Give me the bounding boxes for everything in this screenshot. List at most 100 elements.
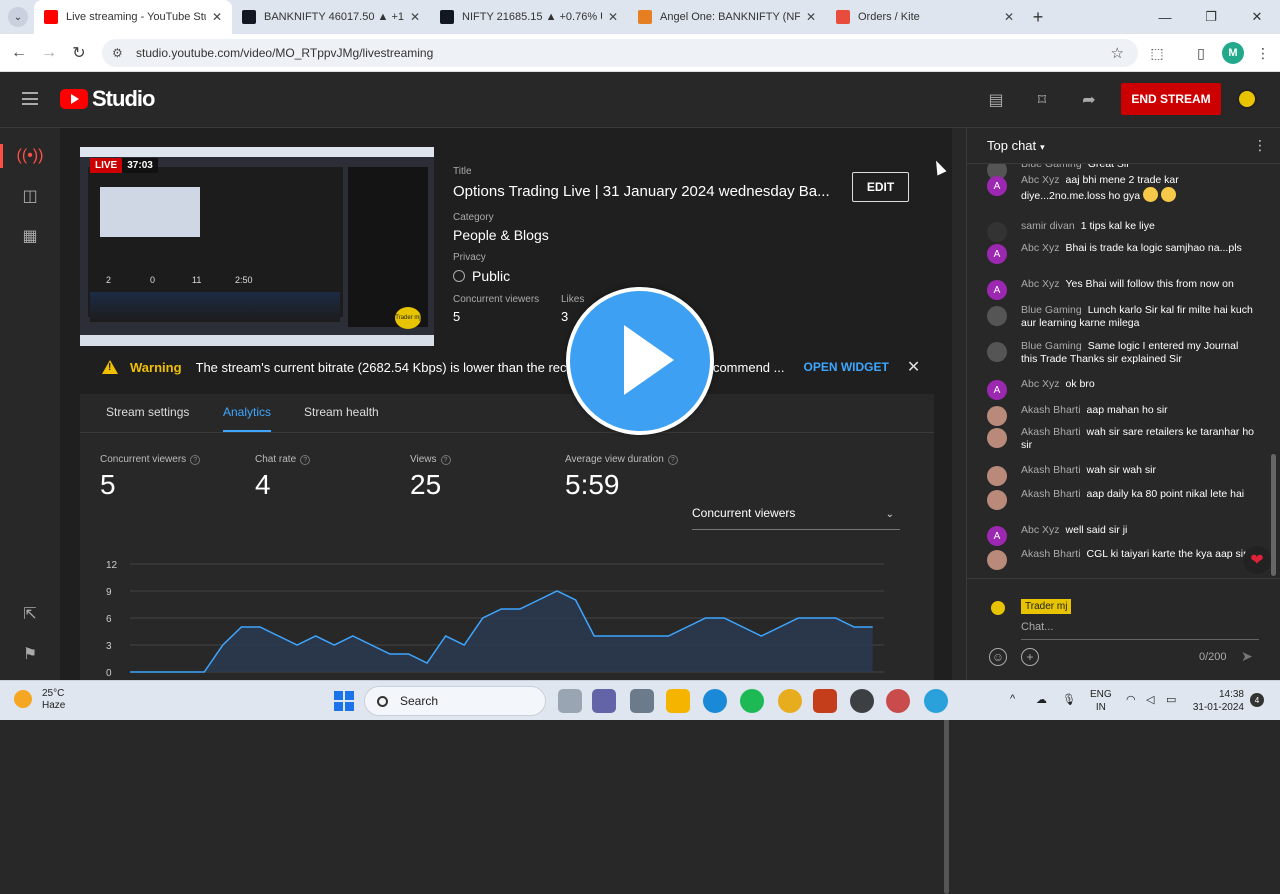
main-scrollbar[interactable] — [944, 704, 949, 894]
author-avatar[interactable]: A — [987, 176, 1007, 196]
browser-tab[interactable]: NIFTY 21685.15 ▲ +0.76% Unn ✕ — [430, 0, 628, 34]
tab-close-icon[interactable]: ✕ — [806, 10, 816, 24]
message-author[interactable]: Akash Bharti — [1021, 426, 1081, 438]
camera-icon[interactable]: ◫ — [0, 176, 60, 216]
battery-icon[interactable]: ▭ — [1166, 693, 1176, 706]
message-author[interactable]: Akash Bharti — [1021, 404, 1081, 416]
file-explorer-icon[interactable] — [666, 689, 690, 713]
notification-badge[interactable]: 4 — [1250, 693, 1264, 707]
author-avatar[interactable]: A — [987, 380, 1007, 400]
edit-button[interactable]: EDIT — [852, 172, 909, 202]
author-avatar[interactable] — [987, 466, 1007, 486]
heart-reaction-icon[interactable]: ❤ — [1243, 546, 1271, 574]
author-avatar[interactable] — [987, 342, 1007, 362]
telegram-icon[interactable] — [924, 689, 948, 713]
open-external-icon[interactable]: ⇱ — [0, 594, 60, 634]
share-icon[interactable]: ➦ — [1078, 89, 1100, 111]
more-options-icon[interactable]: ⋮ — [1253, 137, 1267, 154]
clapperboard-icon[interactable]: ▤ — [985, 89, 1007, 111]
extensions-icon[interactable]: ⬚ — [1146, 42, 1168, 64]
volume-icon[interactable]: ◁ — [1146, 693, 1154, 706]
bookmark-star-icon[interactable]: ☆ — [1111, 44, 1124, 62]
new-tab-button[interactable]: + — [1024, 7, 1052, 28]
chrome-icon[interactable] — [778, 689, 802, 713]
author-avatar[interactable]: A — [987, 244, 1007, 264]
help-icon[interactable]: ? — [300, 455, 311, 465]
add-icon[interactable]: + — [1021, 648, 1039, 666]
author-avatar[interactable] — [987, 490, 1007, 510]
cloud-icon[interactable]: ☁ — [1036, 693, 1047, 706]
message-author[interactable]: Akash Bharti — [1021, 488, 1081, 500]
message-author[interactable]: samir divan — [1021, 220, 1075, 232]
edge-icon[interactable] — [703, 689, 727, 713]
author-avatar[interactable] — [987, 222, 1007, 242]
tab-analytics[interactable]: Analytics — [223, 405, 271, 419]
message-author[interactable]: Abc Xyz — [1021, 242, 1060, 254]
tab-stream-settings[interactable]: Stream settings — [106, 405, 189, 419]
feedback-icon[interactable]: ⚑ — [0, 634, 60, 674]
end-stream-button[interactable]: END STREAM — [1121, 83, 1221, 115]
play-overlay-icon[interactable] — [566, 287, 714, 435]
weather-widget[interactable]: 25°C Haze — [14, 688, 65, 712]
reload-icon[interactable]: ↻ — [64, 43, 94, 63]
spotify-icon[interactable] — [740, 689, 764, 713]
clock[interactable]: 14:38 31-01-2024 — [1186, 688, 1244, 714]
message-author[interactable]: Akash Bharti — [1021, 548, 1081, 560]
chat-mode-selector[interactable]: Top chat ▾ — [987, 138, 1045, 153]
studio-brand[interactable]: Studio — [92, 86, 155, 112]
author-avatar[interactable]: A — [987, 526, 1007, 546]
taskbar-search[interactable]: Search — [364, 686, 546, 716]
browser-tab[interactable]: Orders / Kite ✕ — [826, 0, 1024, 34]
send-icon[interactable]: ➤ — [1241, 648, 1253, 665]
browser-tab[interactable]: BANKNIFTY 46017.50 ▲ +1.43% ✕ — [232, 0, 430, 34]
live-broadcast-icon[interactable]: ((•)) — [0, 136, 60, 176]
chat-scrollbar[interactable] — [1271, 454, 1276, 576]
powerpoint-icon[interactable] — [813, 689, 837, 713]
message-author[interactable]: Abc Xyz — [1021, 378, 1060, 390]
message-author[interactable]: Blue Gaming — [1021, 340, 1082, 352]
url-bar[interactable]: ⚙ studio.youtube.com/video/MO_RTppvJMg/l… — [102, 39, 1138, 67]
message-author[interactable]: Blue Gaming — [1021, 304, 1082, 316]
browser-tab[interactable]: Live streaming - YouTube Studi ✕ — [34, 0, 232, 34]
author-avatar[interactable] — [987, 428, 1007, 448]
bookmark-icon[interactable]: ⌑ — [1031, 89, 1053, 111]
store-icon[interactable] — [630, 689, 654, 713]
author-avatar[interactable] — [987, 406, 1007, 426]
tab-close-icon[interactable]: ✕ — [608, 10, 618, 24]
message-author[interactable]: Akash Bharti — [1021, 464, 1081, 476]
message-author[interactable]: Abc Xyz — [1021, 278, 1060, 290]
minimize-icon[interactable]: — — [1142, 0, 1188, 34]
language-indicator[interactable]: ENG IN — [1090, 688, 1112, 714]
message-author[interactable]: Abc Xyz — [1021, 524, 1060, 536]
close-window-icon[interactable]: ✕ — [1234, 0, 1280, 34]
task-view-icon[interactable] — [558, 689, 582, 713]
back-arrow-icon[interactable]: ← — [4, 44, 34, 62]
chat-input[interactable]: Chat... — [1021, 621, 1053, 633]
help-icon[interactable]: ? — [667, 455, 678, 465]
stream-preview[interactable]: 2 0 11 2:50 Trader mj — [80, 147, 434, 346]
tab-close-icon[interactable]: ✕ — [410, 10, 420, 24]
tab-close-icon[interactable]: ✕ — [1004, 10, 1014, 24]
teams-icon[interactable] — [592, 689, 616, 713]
tab-search-dropdown-icon[interactable]: ⌄ — [8, 7, 28, 27]
calendar-icon[interactable]: ▦ — [0, 216, 60, 256]
tab-stream-health[interactable]: Stream health — [304, 405, 379, 419]
open-widget-button[interactable]: OPEN WIDGET — [804, 360, 889, 374]
browser-tab[interactable]: Angel One: BANKNIFTY (NFO) ✕ — [628, 0, 826, 34]
maximize-icon[interactable]: ❐ — [1188, 0, 1234, 34]
close-icon[interactable]: ✕ — [907, 357, 920, 377]
author-avatar[interactable]: A — [987, 280, 1007, 300]
profile-avatar[interactable]: M — [1222, 42, 1244, 64]
show-hidden-icons-chevron[interactable]: ^ — [1010, 693, 1015, 705]
windows-start-icon[interactable] — [334, 691, 354, 711]
author-avatar[interactable] — [987, 550, 1007, 570]
author-avatar[interactable] — [987, 306, 1007, 326]
browser-menu-icon[interactable]: ⋮ — [1252, 42, 1274, 64]
site-settings-icon[interactable]: ⚙ — [112, 46, 128, 60]
emoji-icon[interactable]: ☺ — [989, 648, 1007, 666]
menu-hamburger-icon[interactable] — [22, 92, 38, 105]
help-icon[interactable]: ? — [440, 455, 451, 465]
side-panel-icon[interactable]: ▯ — [1190, 42, 1212, 64]
message-author[interactable]: Blue Gaming — [1021, 164, 1082, 170]
tab-close-icon[interactable]: ✕ — [212, 10, 222, 24]
